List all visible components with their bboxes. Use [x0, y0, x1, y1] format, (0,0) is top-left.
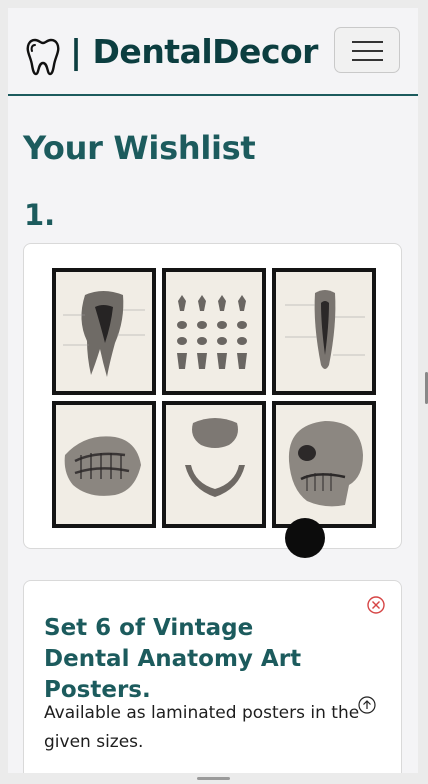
brand-name[interactable]: | DentalDecor — [70, 32, 318, 71]
poster-tooth-root-section — [272, 268, 376, 395]
product-image[interactable] — [45, 265, 379, 529]
home-indicator[interactable] — [197, 777, 230, 780]
poster-molar-cross-section — [52, 268, 156, 395]
page-title: Your Wishlist — [23, 129, 256, 167]
wishlist-item-number: 1. — [24, 198, 56, 232]
product-image-card — [23, 243, 402, 549]
wishlist-item-card: Set 6 of Vintage Dental Anatomy Art Post… — [23, 580, 402, 773]
close-circle-icon[interactable] — [367, 596, 385, 614]
product-title: Set 6 of Vintage Dental Anatomy Art Post… — [44, 615, 302, 703]
menu-toggle-button[interactable] — [334, 27, 400, 73]
poster-teeth-chart — [162, 268, 266, 395]
tooth-icon[interactable] — [26, 38, 60, 76]
product-description: Available as laminated posters in the gi… — [44, 703, 360, 752]
arrow-up-circle-icon[interactable] — [358, 696, 376, 714]
poster-lower-jaw-teeth — [52, 401, 156, 528]
poster-mandible-and-maxilla — [162, 401, 266, 528]
navbar: | DentalDecor — [8, 8, 418, 96]
page: | DentalDecor Your Wishlist 1. Set 6 of … — [8, 8, 418, 773]
hamburger-menu-icon — [352, 41, 383, 43]
touch-cursor-indicator — [285, 518, 325, 558]
poster-skull-side-view — [272, 401, 376, 528]
